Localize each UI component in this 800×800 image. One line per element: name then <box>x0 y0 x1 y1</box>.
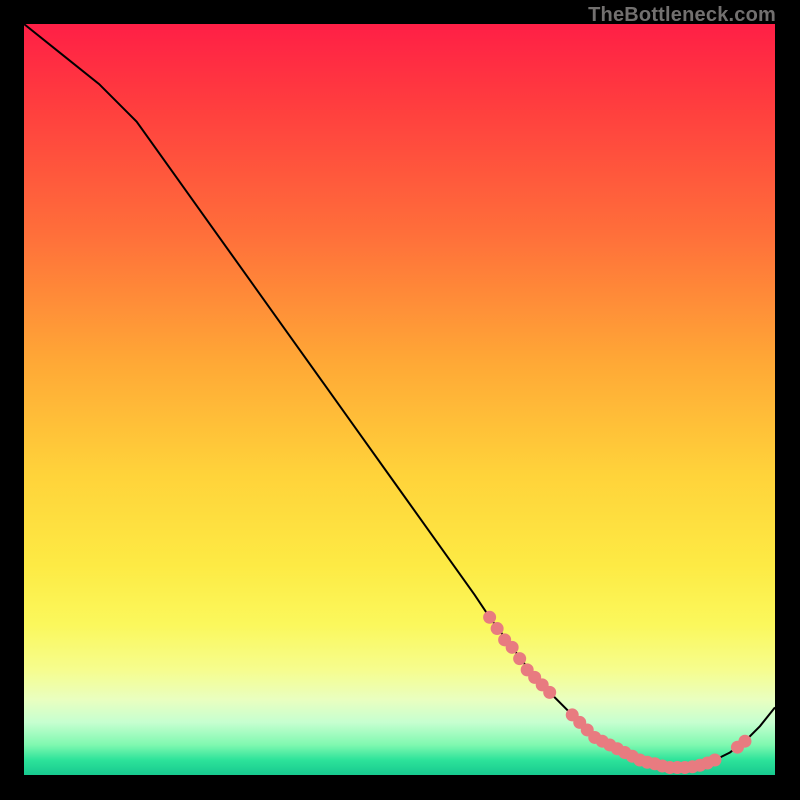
data-marker <box>483 611 496 624</box>
data-marker <box>491 622 504 635</box>
data-marker <box>506 641 519 654</box>
marker-group <box>483 611 751 774</box>
data-marker <box>708 753 721 766</box>
bottleneck-curve-line <box>24 24 775 767</box>
chart-frame: TheBottleneck.com <box>0 0 800 800</box>
data-marker <box>543 686 556 699</box>
data-marker <box>513 652 526 665</box>
chart-overlay-svg <box>24 24 775 775</box>
data-marker <box>738 735 751 748</box>
